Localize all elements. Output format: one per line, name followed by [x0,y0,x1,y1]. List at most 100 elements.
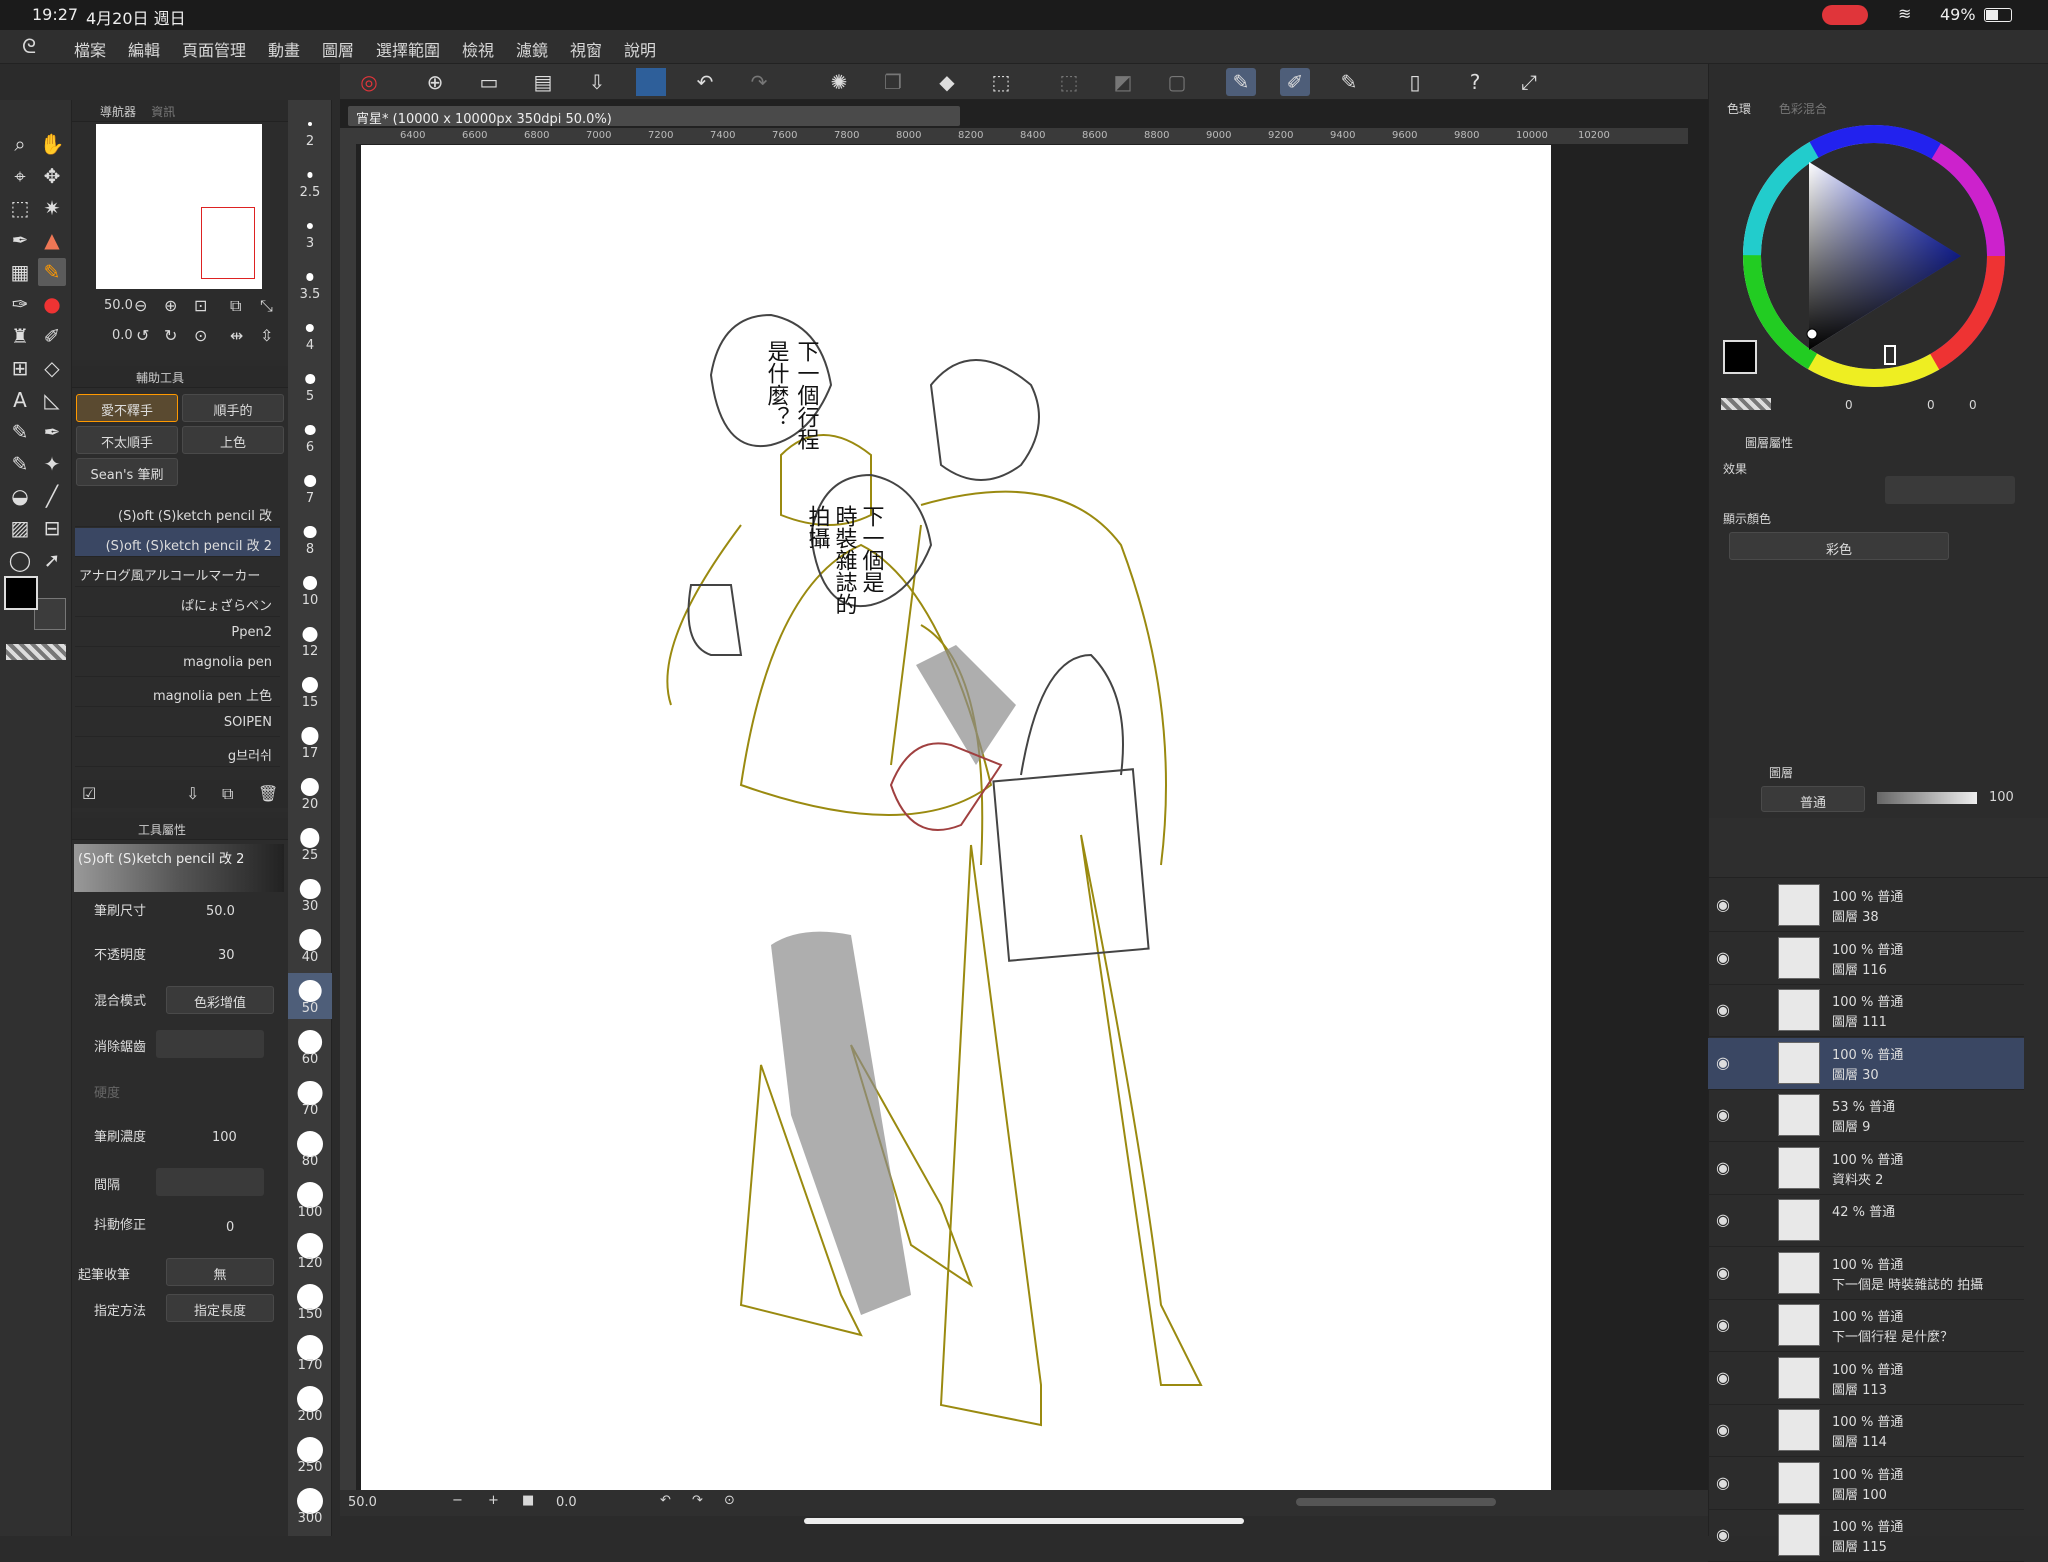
layer-row[interactable]: ◉ 100 % 普通 圖層 116 [1708,933,2024,985]
brush-size-item[interactable]: 60 [288,1024,332,1070]
brush-size-item[interactable]: 300 [288,1483,332,1529]
zoom-icon[interactable]: ⌕ [6,130,34,158]
invert-select-icon[interactable]: ◩ [1108,68,1138,96]
brush-size-item[interactable]: 170 [288,1330,332,1376]
interval-selector[interactable] [156,1168,264,1196]
move-icon[interactable]: ✥ [38,162,66,190]
brush-size-item[interactable]: 25 [288,820,332,866]
eraser-icon[interactable]: ◇ [38,354,66,382]
fill-icon[interactable]: ◆ [932,68,962,96]
flip-horizontal-icon[interactable]: ⇹ [230,326,243,345]
pen-mode-icon[interactable]: ✎ [1226,68,1256,96]
balloon-icon[interactable]: ◺ [38,386,66,414]
brush-size-item[interactable]: 6 [288,412,332,458]
gradient-icon[interactable]: ▨ [6,514,34,542]
subtool-group-handy[interactable]: 順手的 [182,394,284,422]
line-icon[interactable]: ╱ [38,482,66,510]
subtool-group-favorite[interactable]: 愛不釋手 [76,394,178,422]
brush-size-item[interactable]: 2.5 [288,157,332,203]
rotate-right-icon[interactable]: ↷ [692,1493,703,1508]
pen-icon[interactable]: ✑ [6,290,34,318]
select-border-icon[interactable]: ▢ [1162,68,1192,96]
eye-icon[interactable]: ◉ [1716,1368,1730,1387]
transparent-color[interactable] [6,644,66,660]
zoom-out-icon[interactable]: − [452,1493,463,1508]
opacity-value[interactable]: 30 [218,948,235,963]
help-icon[interactable]: ? [1460,68,1490,96]
eye-icon[interactable]: ◉ [1716,1053,1730,1072]
eye-icon[interactable]: ◉ [1716,1525,1730,1544]
brush-size-item[interactable]: 15 [288,667,332,713]
brush-size-item[interactable]: 50 [288,973,332,1019]
navigator-tab[interactable]: 導航器 [100,105,136,119]
menu-page[interactable]: 頁面管理 [182,37,246,61]
cloud-icon[interactable]: ◎ [354,68,384,96]
duplicate-icon[interactable]: ⧉ [222,784,233,804]
main-color[interactable] [4,576,38,610]
vector-pen-icon[interactable]: ✎ [1334,68,1364,96]
eye-icon[interactable]: ◉ [1716,1420,1730,1439]
brush-item[interactable]: (S)oft (S)ketch pencil 改 [75,498,280,527]
antialias-selector[interactable] [156,1030,264,1058]
color-mixing-tab[interactable]: 色彩混合 [1779,102,1827,116]
import-icon[interactable]: ⇩ [186,784,199,803]
loading-icon[interactable]: ✺ [824,68,854,96]
eyedropper-icon[interactable]: ✒ [6,226,34,254]
drawing-canvas[interactable]: 下一個行程 是什麼？ 下一個是 時裝雜誌的 拍攝 [361,145,1551,1490]
reset-rotate-icon[interactable]: ⊙ [194,326,207,345]
reset-rotate-icon[interactable]: ⊙ [724,1493,735,1508]
deselect-icon[interactable]: ⬚ [1054,68,1084,96]
layer-row[interactable]: ◉ 100 % 普通 圖層 114 [1708,1405,2024,1457]
export-png-icon[interactable]: ▤ [528,68,558,96]
layer-row[interactable]: ◉ 100 % 普通 圖層 100 [1708,1458,2024,1510]
zoom-in-icon[interactable]: ⊕ [164,296,177,315]
eye-icon[interactable]: ◉ [1716,1315,1730,1334]
bottom-angle[interactable]: 0.0 [556,1495,577,1510]
hand-icon[interactable]: ✋ [38,130,66,158]
menu-filter[interactable]: 濾鏡 [516,37,548,61]
brush-size-item[interactable]: 100 [288,1177,332,1223]
eye-icon[interactable]: ◉ [1716,1210,1730,1229]
save-icon[interactable]: ⇩ [582,68,612,96]
fit-icon[interactable]: ■ [522,1493,534,1508]
brush-size-item[interactable]: 80 [288,1126,332,1172]
ruler-pen-icon[interactable]: ✒ [38,418,66,446]
menu-view[interactable]: 檢視 [462,37,494,61]
brush-size-item[interactable]: 3 [288,208,332,254]
subtool-settings-icon[interactable]: ☑ [82,784,96,803]
actual-size-icon[interactable]: ⧉ [230,296,241,316]
layer-row[interactable]: ◉ 100 % 普通 圖層 38 [1708,880,2024,932]
menu-edit[interactable]: 編輯 [128,37,160,61]
magic-wand-icon[interactable]: ✷ [38,194,66,222]
brush-size-item[interactable]: 10 [288,565,332,611]
app-logo-icon[interactable]: ᘓ [22,34,36,58]
device-icon[interactable]: ▯ [1400,68,1430,96]
density-value[interactable]: 100 [212,1130,237,1145]
brush-item[interactable]: ぱにょざらペン [75,588,280,617]
menu-animation[interactable]: 動畫 [268,37,300,61]
brush-size-item[interactable]: 4 [288,310,332,356]
layer-row[interactable]: ◉ 100 % 普通 圖層 113 [1708,1353,2024,1405]
redo-icon[interactable]: ↷ [744,68,774,96]
layer-row[interactable]: ◉ 100 % 普通 圖層 30 [1708,1037,2024,1090]
brush-size-item[interactable]: 250 [288,1432,332,1478]
text-icon[interactable]: A [6,386,34,414]
brush-size-item[interactable]: 3.5 [288,259,332,305]
navigator-viewport[interactable] [201,207,255,279]
sparkle-icon[interactable]: ✦ [38,450,66,478]
layer-row[interactable]: ◉ 100 % 普通 下一個是 時裝雜誌的 拍攝 [1708,1248,2024,1300]
trash-icon[interactable]: 🗑 [258,784,278,803]
zoom-in-icon[interactable]: + [488,1493,499,1508]
brush-size-item[interactable]: 17 [288,718,332,764]
main-color-swatch[interactable] [1723,340,1757,374]
eye-icon[interactable]: ◉ [1716,1263,1730,1282]
display-color-select[interactable]: 彩色 [1729,532,1949,560]
subtool-group-less[interactable]: 不太順手 [76,426,178,454]
brush-item[interactable]: SOIPEN [75,708,280,737]
brush-item-selected[interactable]: (S)oft (S)ketch pencil 改 2 [75,528,280,557]
brush-size-item[interactable]: 200 [288,1381,332,1427]
fit-icon[interactable]: ⊡ [194,296,207,315]
brush-size-item[interactable]: 150 [288,1279,332,1325]
brush-size-item[interactable]: 30 [288,871,332,917]
pattern-icon[interactable]: ▦ [6,258,34,286]
